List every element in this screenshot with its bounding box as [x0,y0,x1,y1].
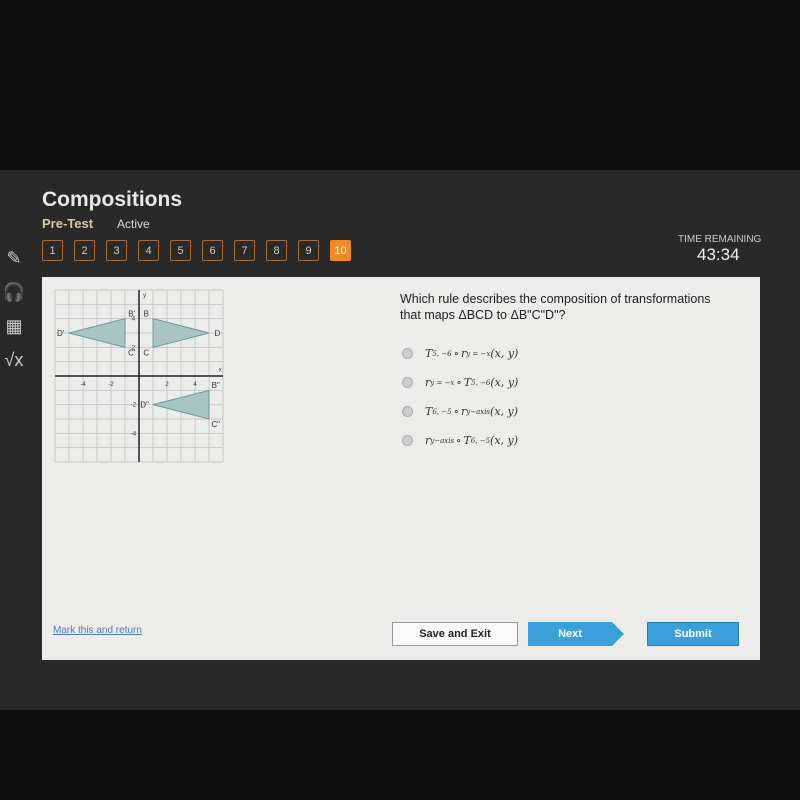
vertex-label: C [143,348,149,357]
function-2-subscript: y = −x [466,349,491,358]
headphones-icon[interactable]: 🎧 [2,280,26,304]
composition-operator: ∘ [456,376,462,389]
vertex-label: D [215,329,221,338]
radio-button[interactable] [402,377,413,388]
square-root-icon[interactable]: √x [2,348,26,372]
y-axis-label: y [143,293,146,299]
argument: (x, y) [490,434,519,447]
answer-options: T 5, −6 ∘ r y = −x (x, y) r y = −x ∘ T 5, −6 (x, y)… [402,339,518,455]
vertex-label: B [144,310,149,319]
question-8-button[interactable]: 8 [266,240,287,261]
next-button[interactable]: Next [528,622,624,646]
calculator-icon[interactable]: ▦ [2,314,26,338]
question-1-button[interactable]: 1 [42,240,63,261]
mode-label: Pre-Test [42,216,94,231]
question-panel: x y -4 -2 2 4 4 2 -2 -4 B C D B' C' D' B" C" D" Which rule… [42,277,760,660]
page-title: Compositions [42,188,182,211]
vertex-label: D' [57,329,65,338]
x-tick-label: 4 [193,382,197,388]
function-2: T [463,376,472,389]
pencil-icon[interactable]: ✎ [2,246,26,270]
question-4-button[interactable]: 4 [138,240,159,261]
function-1: T [425,405,433,418]
answer-option[interactable]: ry = −x ∘ T 5, −6 (x, y) [402,368,518,397]
argument: (x, y) [490,405,519,418]
function-1-subscript: y = −x [430,378,455,387]
x-axis-label: x [219,368,222,374]
mark-and-return-link[interactable]: Mark this and return [53,625,142,636]
y-tick-label: -4 [131,431,137,437]
vertex-label: B' [128,310,135,319]
composition-operator: ∘ [456,434,462,447]
vertex-label: B" [212,381,220,390]
function-2-subscript: 6, −5 [470,436,491,445]
function-2: T [463,434,471,447]
x-tick-label: -2 [108,382,114,388]
coordinate-graph: xy-4 -2 2 442-2-4BCDB'C'D'B"C"D" [54,289,224,463]
y-tick-label: -2 [131,403,137,409]
toolbar: ✎ 🎧 ▦ √x [2,246,26,372]
question-5-button[interactable]: 5 [170,240,191,261]
function-1-subscript: y−axis [430,436,455,445]
composition-operator: ∘ [453,405,459,418]
function-1: T [425,347,433,360]
question-2-button[interactable]: 2 [74,240,95,261]
argument: (x, y) [490,347,519,360]
question-6-button[interactable]: 6 [202,240,223,261]
question-7-button[interactable]: 7 [234,240,255,261]
question-9-button[interactable]: 9 [298,240,319,261]
answer-option[interactable]: T 6, −5 ∘ r y−axis (x, y) [402,397,518,426]
composition-operator: ∘ [453,347,459,360]
status-label: Active [117,217,150,231]
time-remaining-label: TIME REMAINING [678,234,762,245]
radio-button[interactable] [402,406,413,417]
radio-button[interactable] [402,348,413,359]
answer-option[interactable]: T 5, −6 ∘ r y = −x (x, y) [402,339,518,368]
question-3-button[interactable]: 3 [106,240,127,261]
answer-option[interactable]: r y−axis ∘ T 6, −5 (x, y) [402,426,518,455]
timer: 43:34 [697,245,740,264]
question-nav: 1 2 3 4 5 6 7 8 9 10 [42,240,351,261]
vertex-label: C" [211,420,220,429]
radio-button[interactable] [402,435,413,446]
save-and-exit-button[interactable]: Save and Exit [392,622,518,646]
function-1-subscript: 5, −6 [432,349,452,358]
function-2-subscript: 5, −6 [471,378,491,387]
question-text: Which rule describes the composition of … [400,292,711,322]
function-1-subscript: 6, −5 [432,407,452,416]
x-tick-label: 2 [165,382,169,388]
vertex-label: D" [140,401,149,410]
vertex-label: C' [128,348,136,357]
question-10-button[interactable]: 10 [330,240,351,261]
function-2-subscript: y−axis [466,407,491,416]
argument: (x, y) [490,376,519,389]
submit-button[interactable]: Submit [647,622,739,646]
x-tick-label: -4 [80,382,86,388]
